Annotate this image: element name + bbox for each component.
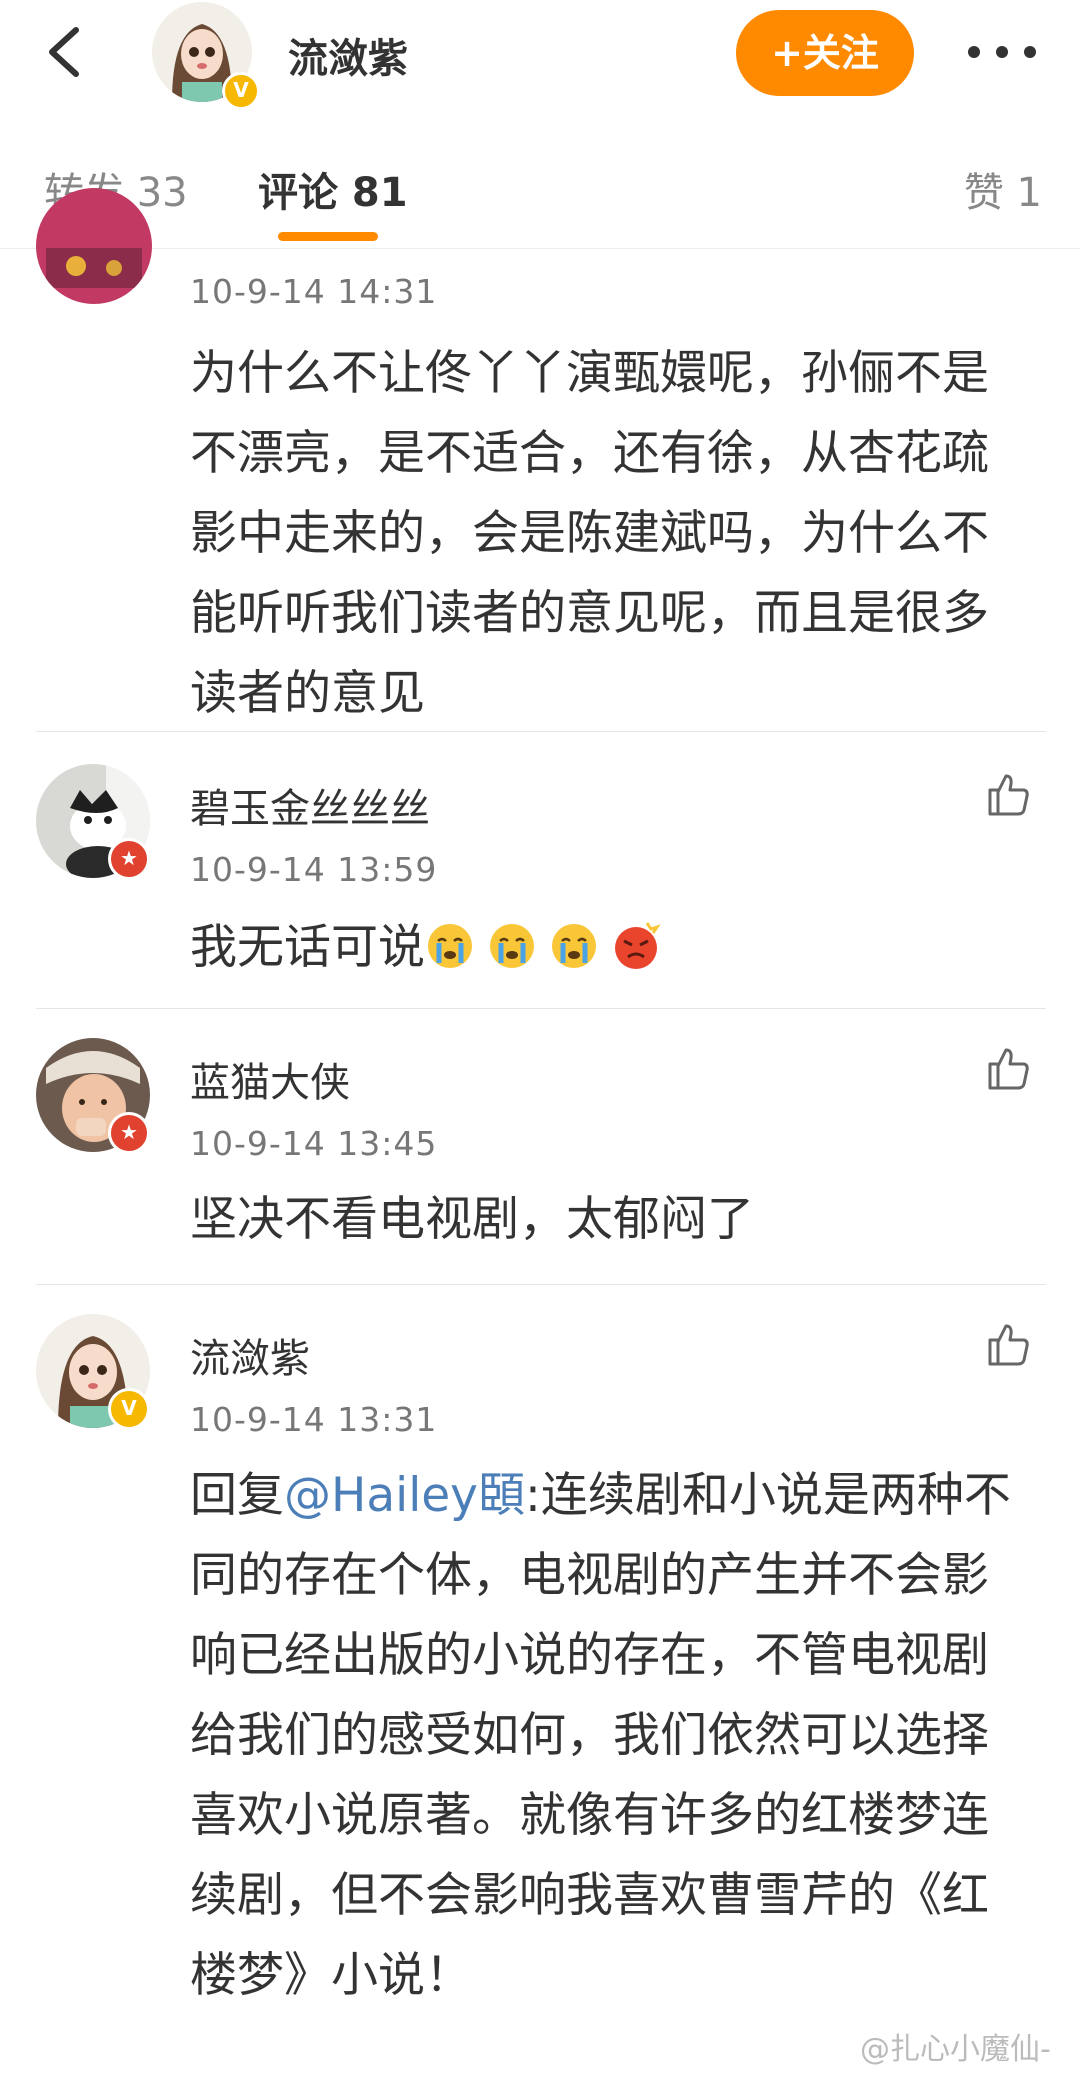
mention-link[interactable]: @Hailey頣 bbox=[284, 1468, 525, 1523]
comment-text-row: 回复@Hailey頣:连续剧和小说是两种不同的存在个体，电视剧的产生并不会影响已… bbox=[190, 1456, 1020, 2016]
thumbs-up-icon[interactable] bbox=[984, 770, 1032, 818]
comment-text: :连续剧和小说是两种不同的存在个体，电视剧的产生并不会影响已经出版的小说的存在，… bbox=[190, 1468, 1011, 2003]
watermark: @扎心小魔仙- bbox=[860, 2032, 1051, 2067]
tab-bar: 转发 33 评论 81 赞 1 bbox=[0, 118, 1080, 249]
comment-time: 10-9-14 14:31 bbox=[190, 272, 438, 311]
commenter-name[interactable]: 蓝猫大侠 bbox=[190, 1050, 350, 1108]
verified-badge-icon: ★ bbox=[108, 1112, 150, 1154]
comment-time: 10-9-14 13:31 bbox=[190, 1400, 438, 1439]
divider bbox=[36, 1284, 1046, 1285]
active-tab-indicator bbox=[278, 232, 378, 241]
author-name[interactable]: 流潋紫 bbox=[288, 26, 408, 84]
crying-face-icon bbox=[552, 924, 596, 968]
verified-badge: V bbox=[222, 72, 260, 110]
thumbs-up-icon[interactable] bbox=[984, 1044, 1032, 1092]
crying-face-icon bbox=[428, 924, 472, 968]
comment-text: 我无话可说 bbox=[190, 920, 425, 975]
verified-badge-icon: V bbox=[108, 1388, 150, 1430]
tab-likes[interactable]: 赞 1 bbox=[964, 160, 1042, 218]
commenter-name[interactable]: 碧玉金丝丝丝 bbox=[190, 776, 430, 834]
comment-time: 10-9-14 13:45 bbox=[190, 1124, 438, 1163]
back-arrow-icon[interactable] bbox=[36, 22, 96, 82]
commenter-name[interactable]: 流潋紫 bbox=[190, 1326, 310, 1384]
follow-button[interactable]: +关注 bbox=[736, 10, 914, 96]
thumbs-up-icon[interactable] bbox=[984, 1320, 1032, 1368]
comment-text-row: 我无话可说 bbox=[190, 908, 1020, 988]
comment-text: 为什么不让佟丫丫演甄嬛呢，孙俪不是不漂亮，是不适合，还有徐，从杏花疏影中走来的，… bbox=[190, 346, 989, 721]
verified-badge-icon: ★ bbox=[108, 838, 150, 880]
comment-text: 坚决不看电视剧，太郁闷了 bbox=[190, 1192, 754, 1247]
angry-face-icon bbox=[615, 922, 661, 969]
comment-item: 10-9-14 14:31 为什么不让佟丫丫演甄嬛呢，孙俪不是不漂亮，是不适合，… bbox=[0, 188, 1080, 728]
commenter-avatar[interactable] bbox=[36, 188, 152, 304]
comment-time: 10-9-14 13:59 bbox=[190, 850, 438, 889]
comment-item: ★ 蓝猫大侠 10-9-14 13:45 坚决不看电视剧，太郁闷了 bbox=[0, 1036, 1080, 1286]
tab-comments[interactable]: 评论 81 bbox=[258, 160, 408, 218]
divider bbox=[36, 1008, 1046, 1009]
more-options-icon[interactable] bbox=[962, 28, 1042, 76]
comment-item: ★ 碧玉金丝丝丝 10-9-14 13:59 我无话可说 bbox=[0, 760, 1080, 1010]
top-bar: V 流潋紫 +关注 bbox=[0, 0, 1080, 114]
reply-prefix: 回复 bbox=[190, 1468, 284, 1523]
crying-face-icon bbox=[490, 924, 534, 968]
comment-item: V 流潋紫 10-9-14 13:31 回复@Hailey頣:连续剧和小说是两种… bbox=[0, 1312, 1080, 2052]
divider bbox=[36, 731, 1046, 732]
